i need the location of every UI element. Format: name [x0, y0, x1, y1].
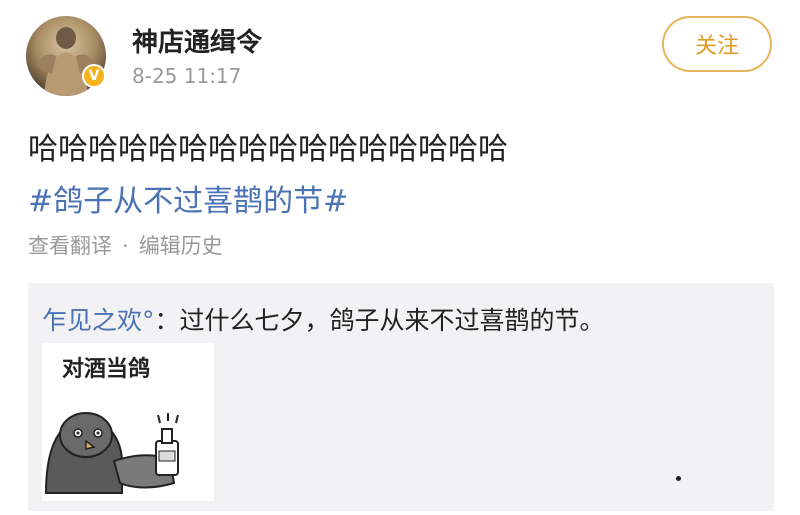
- quoted-username[interactable]: 乍见之欢°: [42, 306, 155, 335]
- quoted-colon: ：: [154, 306, 180, 335]
- quoted-text: 过什么七夕，鸽子从来不过喜鹊的节。: [179, 306, 605, 335]
- translate-link[interactable]: 查看翻译: [28, 234, 112, 258]
- post-meta-row: 查看翻译 · 编辑历史: [28, 230, 223, 260]
- pigeon-drawing: [44, 412, 179, 494]
- post-text: 哈哈哈哈哈哈哈哈哈哈哈哈哈哈哈哈: [28, 132, 508, 167]
- stray-dot: [676, 476, 681, 481]
- post-timestamp: 8-25 11:17: [132, 64, 242, 88]
- follow-button[interactable]: 关注: [662, 16, 772, 72]
- quoted-post-text: 乍见之欢°：过什么七夕，鸽子从来不过喜鹊的节。: [42, 301, 605, 337]
- meme-image[interactable]: 对酒当鸽: [42, 343, 214, 501]
- edit-history-link[interactable]: 编辑历史: [139, 234, 223, 258]
- verified-badge-icon: V: [82, 64, 106, 88]
- meta-separator: ·: [122, 234, 129, 258]
- username[interactable]: 神店通缉令: [132, 22, 262, 59]
- hashtag-link[interactable]: #鸽子从不过喜鹊的节#: [28, 176, 348, 220]
- quoted-post[interactable]: 乍见之欢°：过什么七夕，鸽子从来不过喜鹊的节。 对酒当鸽: [28, 283, 774, 511]
